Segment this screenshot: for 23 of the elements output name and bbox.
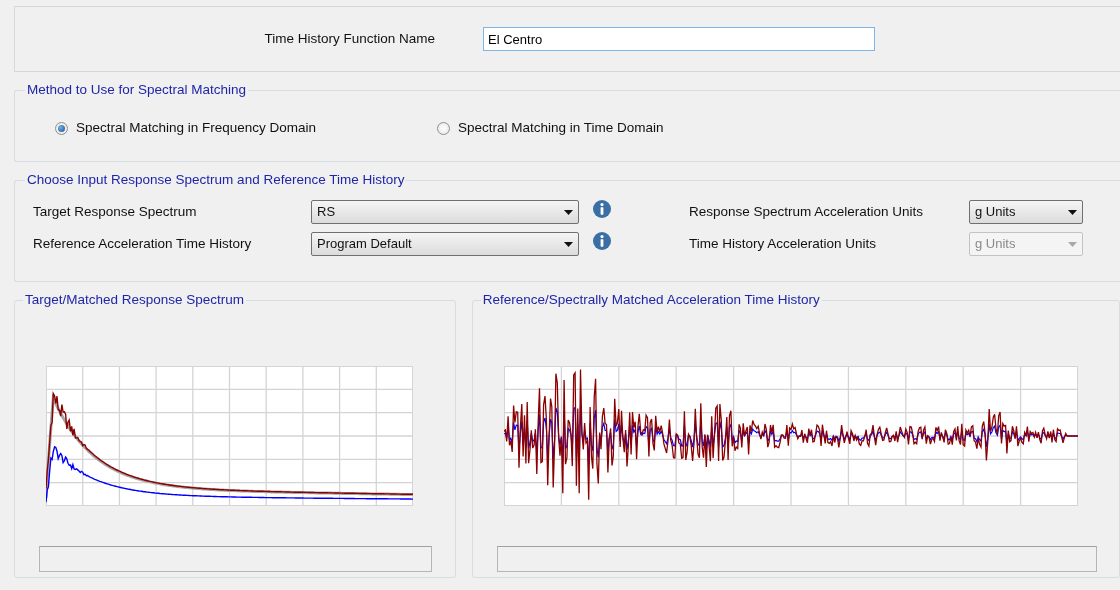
radio-label[interactable]: Spectral Matching in Time Domain — [458, 118, 664, 139]
caret-icon — [564, 209, 573, 215]
panel-title: Reference/Spectrally Matched Acceleration Time History — [481, 292, 821, 309]
info-icon[interactable] — [593, 200, 611, 219]
field-label: Response Spectrum Acceleration Units — [689, 203, 925, 222]
panel-title: Target/Matched Response Spectrum — [24, 292, 246, 309]
field-label: Time History Function Name — [263, 29, 435, 48]
caret-icon — [1068, 209, 1077, 215]
radio-button[interactable] — [55, 121, 68, 135]
dropdown[interactable]: Program Default — [311, 232, 579, 257]
info-icon[interactable] — [593, 232, 611, 251]
field-label: Time History Acceleration Units — [689, 235, 878, 254]
caret-icon — [564, 241, 573, 247]
function-name-field[interactable]: El Centro — [483, 27, 875, 51]
radio-button[interactable] — [437, 121, 450, 135]
field-label: Target Response Spectrum — [33, 203, 198, 222]
group-title: Choose Input Response Spectrum and Reference Time History — [26, 172, 406, 189]
field-label: Reference Acceleration Time History — [33, 235, 253, 254]
dropdown[interactable]: RS — [311, 200, 579, 225]
radio-label[interactable]: Spectral Matching in Frequency Domain — [76, 118, 317, 139]
caret-icon — [1068, 241, 1077, 247]
dropdown[interactable]: g Units — [969, 200, 1083, 225]
group-title: Method to Use for Spectral Matching — [26, 82, 248, 99]
